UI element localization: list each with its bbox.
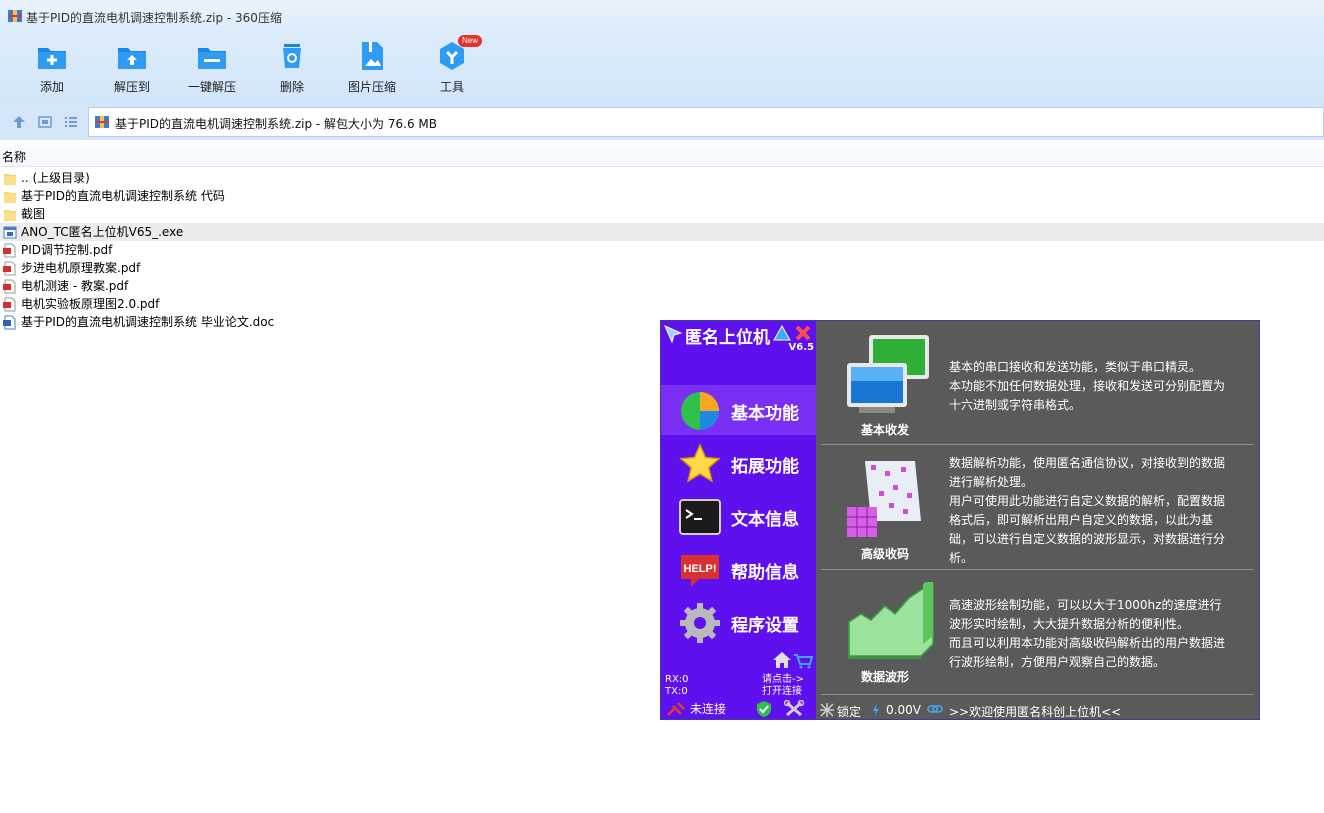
add-icon [38, 48, 66, 69]
exe-file-icon [3, 226, 17, 239]
title-bar: 基于PID的直流电机调速控制系统.zip - 360压缩 [0, 0, 1324, 34]
file-row-exe[interactable]: ANO_TC匿名上位机V65_.exe [0, 223, 1324, 241]
menu-basic-functions[interactable]: 基本功能 [661, 385, 816, 435]
help-icon: HELP! [681, 555, 719, 587]
connection-status: 未连接 [690, 702, 727, 716]
open-connection-link[interactable]: 打开连接 [762, 686, 802, 698]
svg-text:HELP!: HELP! [684, 563, 717, 575]
image-compress-icon [362, 42, 383, 70]
delete-button[interactable]: 删除 [252, 38, 332, 98]
ano-sidebar: 匿名上位机 V6.5 基本功能 拓展功能 文本信息 HELP! 帮助信息 程序设… [661, 321, 816, 719]
column-header: 名称 [0, 145, 1324, 167]
path-field[interactable]: 基于PID的直流电机调速控制系统.zip - 解包大小为 76.6 MB [88, 107, 1324, 137]
file-row-pdf[interactable]: 电机测速 - 教案.pdf [0, 277, 1324, 295]
image-compress-button[interactable]: 图片压缩 [332, 38, 412, 98]
ano-status-bar: 锁定 0.00V >>欢迎使用匿名科创上位机<< [816, 700, 1259, 719]
zip-app-icon [8, 10, 22, 22]
folder-icon [4, 174, 16, 185]
menu-program-settings[interactable]: 程序设置 [661, 597, 816, 647]
menu-extended-functions[interactable]: 拓展功能 [661, 438, 816, 488]
feature-description: 基本的串口接收和发送功能，类似于串口精灵。 本功能不加任何数据处理，接收和发送可… [949, 360, 1226, 412]
feature-data-waveform[interactable]: 数据波形 高速波形绘制功能，可以以大于1000hz的速度进行 波形实时绘制，大大… [821, 570, 1254, 695]
folder-icon [4, 210, 16, 221]
folder-icon [4, 192, 16, 203]
disconnected-plug-icon [667, 702, 685, 716]
close-icon[interactable] [795, 325, 811, 341]
tools-button[interactable]: New 工具 [412, 35, 492, 98]
path-text: 基于PID的直流电机调速控制系统.zip - 解包大小为 76.6 MB [115, 117, 437, 131]
ano-main-panel: 基本收发 基本的串口接收和发送功能，类似于串口精灵。 本功能不加任何数据处理，接… [816, 321, 1259, 719]
one-click-extract-icon [198, 48, 226, 69]
click-hint: 请点击-> [762, 674, 804, 685]
gear-icon [680, 603, 720, 643]
feature-description: 高速波形绘制功能，可以以大于1000hz的速度进行 波形实时绘制，大大提升数据分… [949, 598, 1226, 669]
tools-wrench-icon[interactable] [784, 700, 804, 718]
doc-file-icon [3, 315, 16, 330]
pdf-file-icon [3, 243, 16, 258]
feature-basic-transceive[interactable]: 基本收发 基本的串口接收和发送功能，类似于串口精灵。 本功能不加任何数据处理，接… [821, 321, 1254, 445]
lock-tool-icon[interactable] [819, 702, 835, 718]
home-icon[interactable] [772, 651, 792, 669]
file-list: .. (上级目录) 基于PID的直流电机调速控制系统 代码 截图 ANO_TC匿… [0, 169, 1324, 331]
address-bar: 基于PID的直流电机调速控制系统.zip - 解包大小为 76.6 MB [0, 104, 1324, 140]
file-row-pdf[interactable]: 电机实验板原理图2.0.pdf [0, 295, 1324, 313]
pie-chart-icon [681, 392, 719, 430]
lock-label[interactable]: 锁定 [837, 703, 861, 719]
file-row-pdf[interactable]: PID调节控制.pdf [0, 241, 1324, 259]
data-cubes-icon [847, 461, 921, 537]
file-row-code-folder[interactable]: 基于PID的直流电机调速控制系统 代码 [0, 187, 1324, 205]
voltage-icon [873, 703, 879, 717]
file-row-screenshots-folder[interactable]: 截图 [0, 205, 1324, 223]
extract-to-button[interactable]: 解压到 [92, 38, 172, 98]
up-arrow-icon[interactable] [12, 115, 26, 129]
waveform-icon [848, 582, 934, 659]
welcome-message: >>欢迎使用匿名科创上位机<< [949, 705, 1122, 719]
extract-to-icon [118, 48, 146, 69]
pdf-file-icon [3, 297, 16, 312]
column-name-header[interactable]: 名称 [2, 148, 26, 165]
feature-description: 数据解析功能，使用匿名通信协议，对接收到的数据 进行解析处理。 用户可使用此功能… [949, 456, 1226, 565]
ano-window: 匿名上位机 V6.5 基本功能 拓展功能 文本信息 HELP! 帮助信息 程序设… [660, 320, 1260, 720]
thumbnail-view-icon[interactable] [38, 115, 52, 129]
feature-advanced-receive[interactable]: 高级收码 数据解析功能，使用匿名通信协议，对接收到的数据 进行解析处理。 用户可… [821, 445, 1254, 570]
one-click-extract-button[interactable]: 一键解压 [172, 38, 252, 98]
delete-icon [283, 44, 301, 68]
new-badge: New [458, 35, 483, 47]
pdf-file-icon [3, 261, 16, 276]
minimize-triangle-icon[interactable] [773, 325, 791, 341]
menu-text-info[interactable]: 文本信息 [661, 491, 816, 541]
monitors-icon [847, 335, 929, 413]
version-label: V6.5 [788, 342, 814, 353]
star-icon [679, 443, 721, 483]
cursor-arrow-icon [664, 325, 683, 344]
file-row-pdf[interactable]: 步进电机原理教案.pdf [0, 259, 1324, 277]
tx-counter: TX:0 [665, 686, 688, 697]
file-row-parent-dir[interactable]: .. (上级目录) [0, 169, 1324, 187]
voltage-readout: 0.00V [886, 703, 921, 717]
toolbar: 添加 解压到 一键解压 删除 图片压缩 New 工具 [0, 34, 1324, 104]
zip-file-icon [95, 116, 109, 128]
terminal-icon [679, 499, 721, 535]
menu-help-info[interactable]: HELP! 帮助信息 [661, 544, 816, 594]
window-title: 基于PID的直流电机调速控制系统.zip - 360压缩 [26, 11, 282, 25]
pdf-file-icon [3, 279, 16, 294]
add-button[interactable]: 添加 [12, 38, 92, 98]
shield-check-icon[interactable] [756, 700, 772, 718]
link-icon [927, 705, 943, 713]
list-view-icon[interactable] [64, 115, 78, 129]
rx-counter: RX:0 [665, 674, 689, 685]
cart-icon[interactable] [793, 653, 813, 669]
